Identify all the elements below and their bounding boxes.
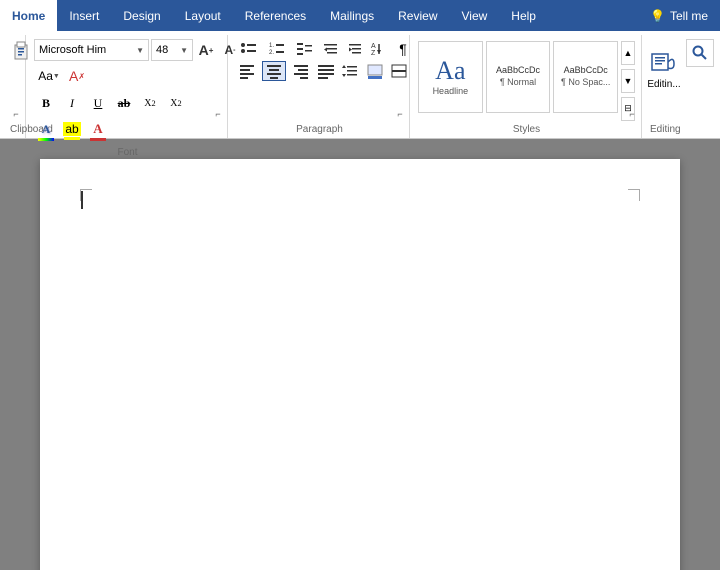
font-grow-button[interactable]: A+ [195,39,217,61]
text-effects-button[interactable]: A [34,119,58,143]
style-normal[interactable]: AaBbCcDc ¶ Normal [486,41,551,113]
style-normal-preview: AaBbCcDc [496,66,540,75]
tab-view[interactable]: View [450,0,500,31]
menu-bar: Home Insert Design Layout References Mai… [0,0,720,31]
align-right-button[interactable] [288,61,312,81]
font-group: Microsoft Him ▼ 48 ▼ A+ A- Aa▼ A✗ B I U [28,35,228,138]
strikethrough-button[interactable]: ab [112,91,136,115]
border-button[interactable] [388,61,410,81]
clipboard-expand[interactable]: ⌐ [10,108,22,120]
underline-button[interactable]: U [86,91,110,115]
editing-button[interactable]: Editin... [638,39,689,99]
document-page[interactable] [40,159,680,570]
font-family-dropdown-icon: ▼ [136,46,144,55]
corner-mark-tr [628,189,640,201]
styles-scroll-down[interactable]: ▼ [621,69,635,93]
line-spacing-button[interactable] [340,61,362,81]
styles-group-label: Styles [418,122,635,138]
styles-list: Aa Headline AaBbCcDc ¶ Normal AaBbCcDc ¶… [418,41,618,121]
font-size-selector[interactable]: 48 ▼ [151,39,193,61]
change-case-button[interactable]: Aa▼ [34,65,64,87]
numbering-button[interactable]: 1. 2. [264,39,290,59]
ribbon: Clipboard ⌐ Microsoft Him ▼ 48 ▼ A+ A- A… [0,31,720,139]
svg-text:Z: Z [371,50,376,57]
font-family-selector[interactable]: Microsoft Him ▼ [34,39,149,61]
align-center-button[interactable] [262,61,286,81]
highlight-color-button[interactable]: ab [60,119,84,143]
font-group-expand[interactable]: ⌐ [212,108,224,120]
svg-text:A: A [371,43,376,50]
tab-home[interactable]: Home [0,0,57,31]
superscript-button[interactable]: X2 [164,91,188,115]
decrease-indent-button[interactable] [320,39,342,59]
bold-button[interactable]: B [34,91,58,115]
style-nospace-preview: AaBbCcDc [564,66,608,75]
document-area [0,139,720,570]
tell-me-label: Tell me [670,9,708,23]
paragraph-group-expand[interactable]: ⌐ [394,108,406,120]
increase-indent-button[interactable] [344,39,366,59]
editing-group-label: Editing [650,122,678,138]
clipboard-label: Clipboard [10,122,19,138]
tab-help[interactable]: Help [499,0,548,31]
tab-mailings[interactable]: Mailings [318,0,386,31]
styles-group-expand[interactable]: ⌐ [626,108,638,120]
style-nospace-label: ¶ No Spac... [561,77,610,87]
multilevel-list-button[interactable] [292,39,318,59]
lightbulb-icon: 💡 [650,9,665,23]
show-formatting-button[interactable]: ¶ [392,39,414,59]
tab-layout[interactable]: Layout [173,0,233,31]
justify-button[interactable] [314,61,338,81]
font-color-button[interactable]: A [86,119,110,143]
paragraph-group: 1. 2. [230,35,410,138]
shading-button[interactable] [364,61,386,81]
editing-group: Editin... Editing [644,35,684,138]
tab-design[interactable]: Design [111,0,172,31]
clear-format-button[interactable]: A✗ [66,65,88,87]
paragraph-group-label: Paragraph [236,122,403,138]
bullets-button[interactable] [236,39,262,59]
text-cursor [81,191,83,209]
italic-button[interactable]: I [60,91,84,115]
editing-label: Editin... [647,79,680,90]
style-normal-label: ¶ Normal [500,77,536,87]
font-size-value: 48 [156,44,168,56]
style-headline-label: Headline [433,86,469,96]
clipboard-group: Clipboard ⌐ [4,35,26,138]
font-size-dropdown-icon: ▼ [180,46,188,55]
style-headline[interactable]: Aa Headline [418,41,483,113]
styles-group: Aa Headline AaBbCcDc ¶ Normal AaBbCcDc ¶… [412,35,642,138]
style-nospace[interactable]: AaBbCcDc ¶ No Spac... [553,41,618,113]
tab-insert[interactable]: Insert [57,0,111,31]
style-headline-preview: Aa [435,58,465,84]
tell-me-button[interactable]: 💡 Tell me [638,0,720,31]
subscript-button[interactable]: X2 [138,91,162,115]
svg-text:1.: 1. [269,43,274,49]
sort-button[interactable]: A Z [368,39,390,59]
tab-references[interactable]: References [233,0,318,31]
search-button[interactable] [686,39,714,67]
tab-review[interactable]: Review [386,0,449,31]
svg-text:2.: 2. [269,50,274,56]
styles-scroll-up[interactable]: ▲ [621,41,635,65]
align-left-button[interactable] [236,61,260,81]
font-family-value: Microsoft Him [39,44,129,56]
